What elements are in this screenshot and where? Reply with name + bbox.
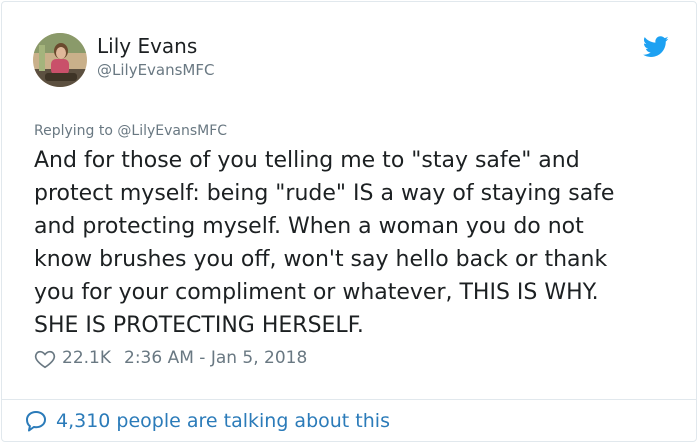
heart-icon[interactable] — [34, 348, 56, 370]
divider — [2, 399, 696, 400]
speech-bubble-icon — [26, 411, 46, 432]
talking-count[interactable]: 4,310 people are talking about this — [56, 407, 390, 435]
tweet-card: Lily Evans @LilyEvansMFC Replying to @Li… — [1, 1, 697, 442]
conversation-link[interactable]: 4,310 people are talking about this — [24, 407, 390, 435]
like-count[interactable]: 22.1K — [62, 345, 111, 371]
avatar[interactable] — [33, 33, 87, 87]
replying-prefix: Replying to — [34, 123, 118, 139]
twitter-bird-icon[interactable] — [643, 36, 669, 58]
tweet-text: And for those of you telling me to "stay… — [34, 148, 615, 338]
tweet-meta: 22.1K 2:36 AM - Jan 5, 2018 — [34, 345, 307, 371]
author-name[interactable]: Lily Evans — [97, 34, 197, 58]
timestamp-link[interactable]: 2:36 AM - Jan 5, 2018 — [124, 345, 307, 371]
replying-to: Replying to @LilyEvansMFC — [34, 121, 227, 141]
replying-handle-link[interactable]: @LilyEvansMFC — [117, 123, 227, 139]
author-handle[interactable]: @LilyEvansMFC — [97, 60, 214, 80]
avatar-photo — [33, 33, 87, 87]
